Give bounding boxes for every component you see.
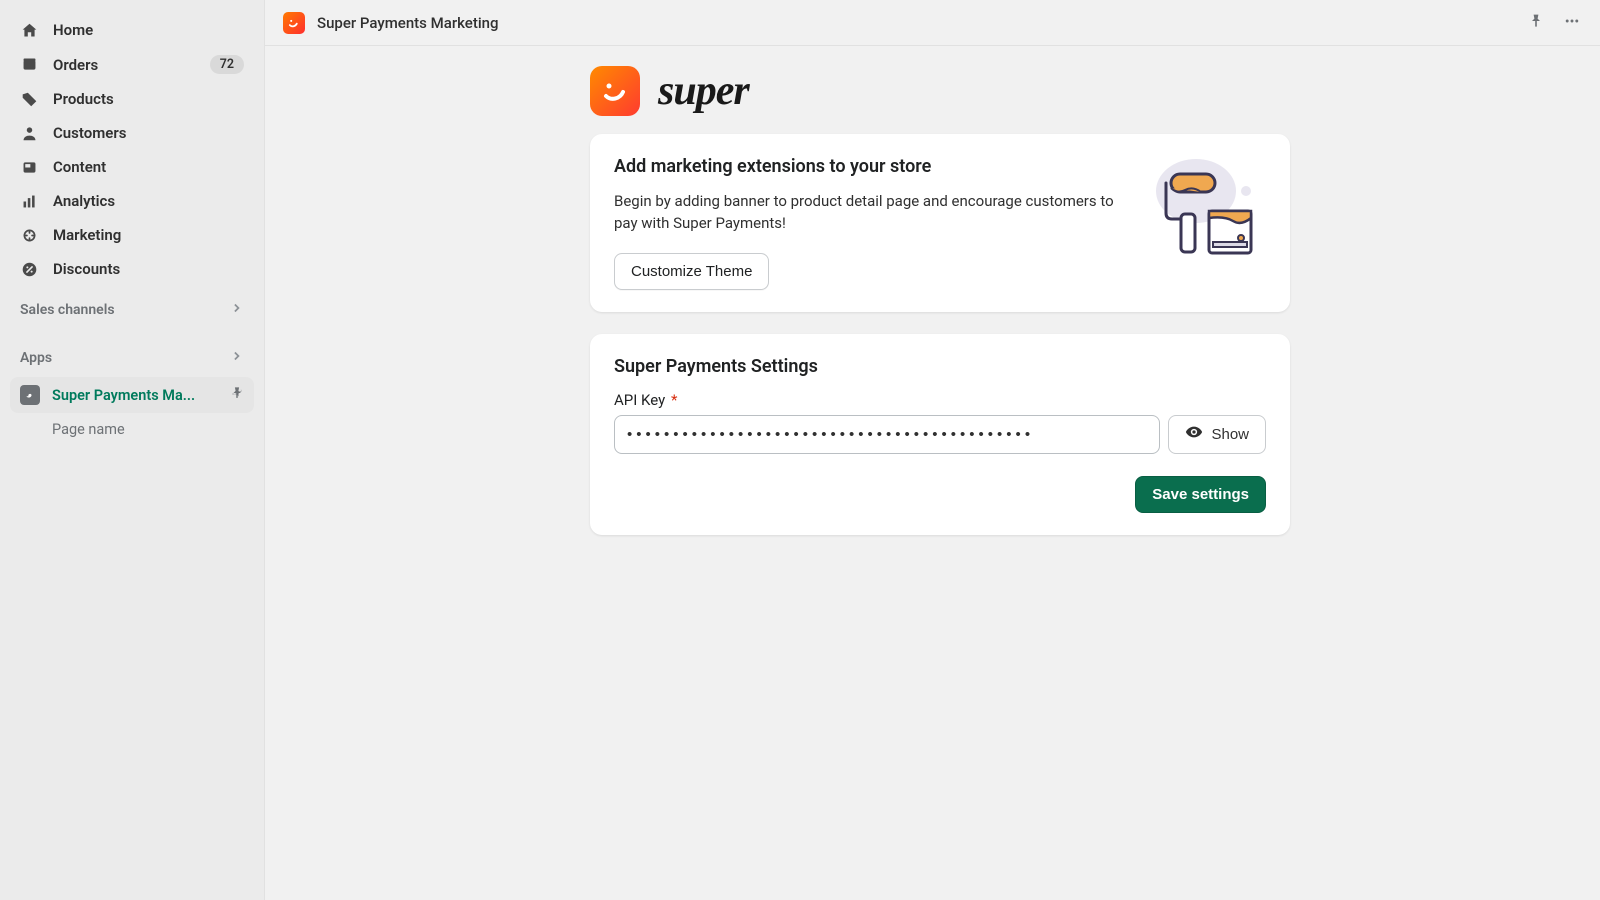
nav-label: Customers <box>53 124 126 142</box>
analytics-icon <box>20 192 38 210</box>
discounts-icon <box>20 260 38 278</box>
card-settings: Super Payments Settings API Key * Show <box>590 334 1290 535</box>
nav-marketing[interactable]: Marketing <box>10 219 254 251</box>
home-icon <box>20 21 38 39</box>
sub-page-name[interactable]: Page name <box>10 415 254 444</box>
nav-label: Marketing <box>53 226 121 244</box>
nav-label: Orders <box>53 56 98 74</box>
api-key-label: API Key * <box>614 391 1266 409</box>
nav-content[interactable]: Content <box>10 151 254 183</box>
main-area: Super Payments Marketing super Add marke… <box>265 0 1600 900</box>
orders-badge: 72 <box>210 55 244 74</box>
customers-icon <box>20 124 38 142</box>
nav-label: Products <box>53 90 114 108</box>
content: super Add marketing extensions to your s… <box>265 46 1600 900</box>
card-extensions: Add marketing extensions to your store B… <box>590 134 1290 312</box>
section-sales-channels[interactable]: Sales channels <box>10 287 254 323</box>
nav-label: Discounts <box>53 260 120 278</box>
nav-label: Home <box>53 21 93 39</box>
app-super-payments[interactable]: Super Payments Ma... <box>10 377 254 413</box>
brand-wordmark: super <box>658 67 749 115</box>
save-settings-button[interactable]: Save settings <box>1135 476 1266 513</box>
marketing-icon <box>20 226 38 244</box>
api-key-input[interactable] <box>614 415 1160 454</box>
paint-illustration-icon <box>1136 156 1266 266</box>
topbar: Super Payments Marketing <box>265 0 1600 46</box>
sidebar: Home Orders 72 Products Customers Conten… <box>0 0 265 900</box>
products-icon <box>20 90 38 108</box>
card-title: Super Payments Settings <box>614 356 1266 377</box>
show-api-key-button[interactable]: Show <box>1168 415 1266 454</box>
card-title: Add marketing extensions to your store <box>614 156 1116 177</box>
chevron-right-icon <box>230 301 244 319</box>
topbar-title: Super Payments Marketing <box>317 14 499 32</box>
orders-icon <box>20 56 38 74</box>
app-logo-icon <box>283 12 305 34</box>
more-icon[interactable] <box>1562 13 1582 33</box>
nav-home[interactable]: Home <box>10 14 254 46</box>
customize-theme-button[interactable]: Customize Theme <box>614 253 769 290</box>
chevron-right-icon <box>230 349 244 367</box>
nav-analytics[interactable]: Analytics <box>10 185 254 217</box>
section-label: Apps <box>20 350 52 366</box>
eye-icon <box>1185 423 1203 445</box>
app-icon <box>20 385 40 405</box>
card-actions: Save settings <box>614 476 1266 513</box>
nav-products[interactable]: Products <box>10 83 254 115</box>
nav-label: Content <box>53 158 106 176</box>
nav-orders[interactable]: Orders 72 <box>10 48 254 81</box>
card-body: Begin by adding banner to product detail… <box>614 191 1116 235</box>
brand-header: super <box>590 66 1290 116</box>
api-key-row: Show <box>614 415 1266 454</box>
app-label: Super Payments Ma... <box>52 387 195 404</box>
pin-icon[interactable] <box>1528 13 1544 33</box>
topbar-actions <box>1528 13 1582 33</box>
required-indicator: * <box>671 391 677 409</box>
section-apps[interactable]: Apps <box>10 325 254 371</box>
section-label: Sales channels <box>20 302 115 318</box>
nav-label: Analytics <box>53 192 115 210</box>
show-label: Show <box>1211 426 1249 443</box>
brand-logo-icon <box>590 66 640 116</box>
nav-discounts[interactable]: Discounts <box>10 253 254 285</box>
nav-customers[interactable]: Customers <box>10 117 254 149</box>
pin-icon[interactable] <box>230 386 244 404</box>
sub-label: Page name <box>52 421 125 438</box>
content-icon <box>20 158 38 176</box>
